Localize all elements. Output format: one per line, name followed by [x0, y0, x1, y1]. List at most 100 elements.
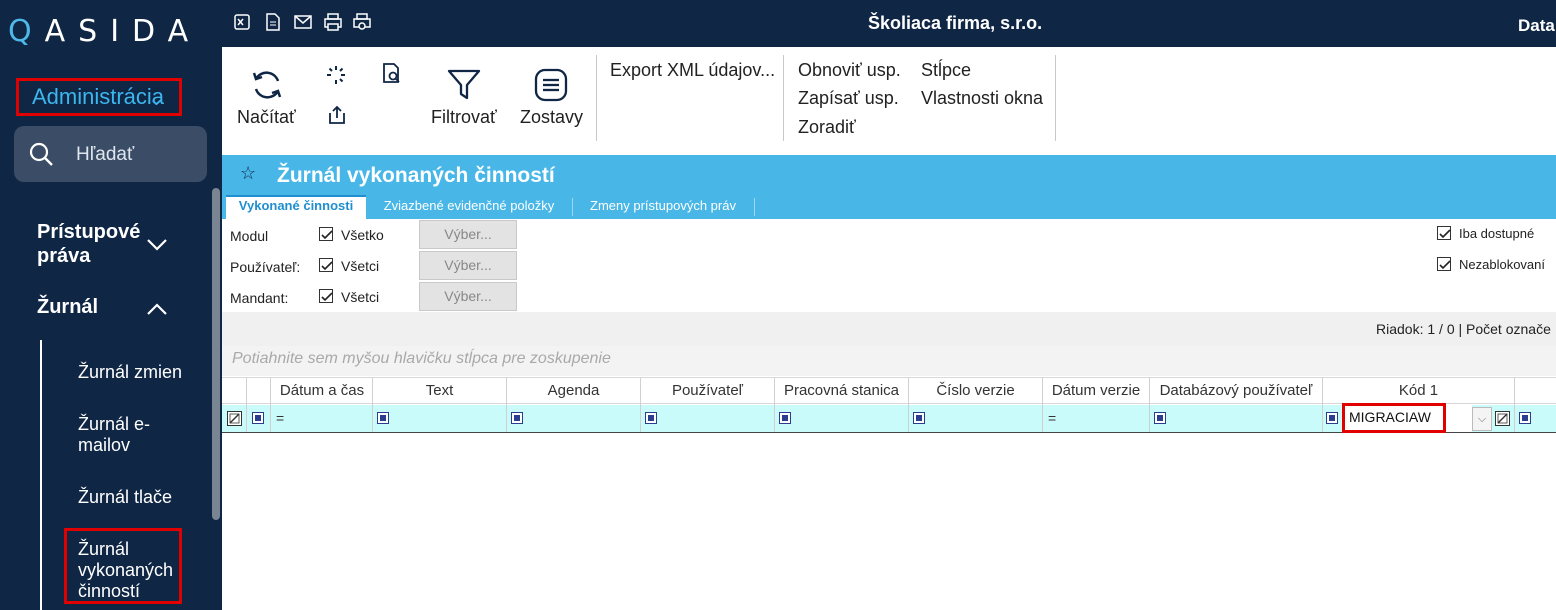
export-xml-button[interactable]: Export XML údajov... [610, 60, 775, 81]
kod1-highlight [1342, 403, 1446, 433]
checkbox-label: Všetci [341, 289, 380, 305]
search-icon [29, 142, 53, 166]
module-selector[interactable]: Administrácia [32, 84, 164, 110]
active-item-highlight [64, 528, 182, 604]
filter-operator[interactable]: = [276, 410, 284, 426]
column-header[interactable]: Číslo verzie [909, 382, 1042, 399]
status-bar [222, 312, 1556, 346]
column-header[interactable]: Dátum verzie [1043, 382, 1149, 399]
sidebar-scrollbar[interactable] [212, 188, 220, 520]
sidebar-item-journal-emails[interactable]: Žurnál e-mailov [78, 414, 163, 456]
sidebar-group-journal[interactable]: Žurnál [37, 295, 98, 319]
excel-export-icon[interactable] [233, 12, 253, 32]
top-right-label: Data [1518, 16, 1555, 35]
column-divider [372, 378, 373, 432]
filter-label-tenant: Mandant: [230, 290, 289, 306]
user-select-button[interactable]: Výber... [419, 251, 517, 280]
print-preview-icon[interactable] [352, 12, 372, 32]
filter-label-user: Používateľ: [230, 259, 301, 275]
tab-activities[interactable]: Vykonané činnosti [226, 195, 366, 219]
document-icon[interactable] [263, 12, 283, 32]
search-placeholder: Hľadať [76, 144, 135, 165]
column-header[interactable]: Agenda [507, 382, 640, 399]
column-divider [1514, 378, 1515, 432]
filter-button[interactable]: Filtrovať [431, 107, 497, 128]
filter-mode-icon[interactable] [377, 412, 389, 424]
email-icon[interactable] [293, 12, 313, 32]
load-button[interactable]: Načítať [237, 107, 296, 128]
column-header[interactable]: Pracovná stanica [775, 382, 908, 399]
submenu-line [40, 340, 42, 610]
company-name: Školiaca firma, s.r.o. [868, 13, 1043, 33]
chevron-down-icon[interactable]: ⌄ [148, 86, 165, 111]
filter-mode-icon[interactable] [511, 412, 523, 424]
checkbox-user-all[interactable] [319, 258, 333, 272]
ribbon-separator [1055, 55, 1056, 141]
ribbon-separator [596, 55, 597, 141]
tab-linked-items[interactable]: Zviazbené evidenčné položky [372, 195, 566, 219]
favorite-star-icon[interactable]: ☆ [240, 163, 256, 184]
clear-filter-icon[interactable] [227, 411, 242, 426]
filter-mode-icon[interactable] [252, 412, 264, 424]
reports-button[interactable]: Zostavy [520, 107, 583, 128]
print-icon[interactable] [323, 12, 343, 32]
tab-separator [754, 198, 755, 216]
filter-mode-icon[interactable] [779, 412, 791, 424]
row-status: Riadok: 1 / 0 | Počet označe [1376, 321, 1551, 337]
column-divider [640, 378, 641, 432]
checkbox-tenant-all[interactable] [319, 289, 333, 303]
filter-icon [447, 69, 481, 100]
page-title: Žurnál vykonaných činností [277, 164, 555, 187]
chevron-down-icon[interactable] [146, 238, 168, 252]
share-icon[interactable] [326, 104, 348, 126]
chevron-up-icon[interactable] [146, 302, 168, 316]
checkbox-label: Všetko [341, 227, 384, 243]
filter-mode-icon[interactable] [1519, 412, 1531, 424]
column-divider [246, 378, 247, 432]
tab-separator [572, 198, 573, 216]
column-header[interactable]: Databázový používateľ [1150, 382, 1322, 399]
column-header[interactable]: Text [373, 382, 506, 399]
checkbox-not-blocked[interactable] [1437, 257, 1451, 271]
group-hint: Potiahnite sem myšou hlavičku stĺpca pre… [232, 350, 611, 367]
ribbon-separator [783, 55, 784, 141]
filter-mode-icon[interactable] [1154, 412, 1166, 424]
refresh-settings-button[interactable]: Obnoviť usp. [798, 60, 901, 81]
column-divider [774, 378, 775, 432]
column-divider [1042, 378, 1043, 432]
clear-filter-icon[interactable] [1495, 411, 1510, 426]
sidebar-item-journal-changes[interactable]: Žurnál zmien [78, 362, 182, 383]
tab-access-rights-changes[interactable]: Zmeny prístupových práv [578, 195, 748, 219]
sidebar-item-journal-print[interactable]: Žurnál tlače [78, 487, 172, 508]
column-divider [270, 378, 271, 432]
column-divider [506, 378, 507, 432]
preview-icon[interactable] [381, 62, 403, 86]
chevron-down-icon[interactable]: ⌵ [1472, 407, 1492, 431]
sidebar-group-access-rights[interactable]: Prístupové práva [37, 220, 140, 268]
filter-mode-icon[interactable] [1326, 412, 1338, 424]
option-label: Nezablokovaní [1459, 257, 1545, 272]
loading-icon[interactable] [325, 64, 347, 86]
reports-icon [534, 68, 568, 102]
tenant-select-button[interactable]: Výber... [419, 282, 517, 311]
module-select-button[interactable]: Výber... [419, 220, 517, 249]
refresh-icon [252, 71, 282, 99]
columns-button[interactable]: Stĺpce [921, 60, 971, 81]
filter-operator[interactable]: = [1048, 410, 1056, 426]
filter-mode-icon[interactable] [913, 412, 925, 424]
checkbox-only-available[interactable] [1437, 226, 1451, 240]
filter-label-module: Modul [230, 228, 269, 244]
checkbox-label: Všetci [341, 258, 380, 274]
save-settings-button[interactable]: Zapísať usp. [798, 88, 899, 109]
filter-mode-icon[interactable] [645, 412, 657, 424]
column-header[interactable]: Dátum a čas [272, 382, 372, 399]
column-divider [1149, 378, 1150, 432]
column-header[interactable]: Kód 1 [1323, 382, 1514, 399]
logo: QASIDA [8, 14, 202, 49]
sort-button[interactable]: Zoradiť [798, 117, 856, 138]
column-header[interactable]: Používateľ [641, 382, 774, 399]
window-properties-button[interactable]: Vlastnosti okna [921, 88, 1043, 109]
column-divider [1322, 378, 1323, 432]
option-label: Iba dostupné [1459, 226, 1535, 241]
checkbox-module-all[interactable] [319, 227, 333, 241]
